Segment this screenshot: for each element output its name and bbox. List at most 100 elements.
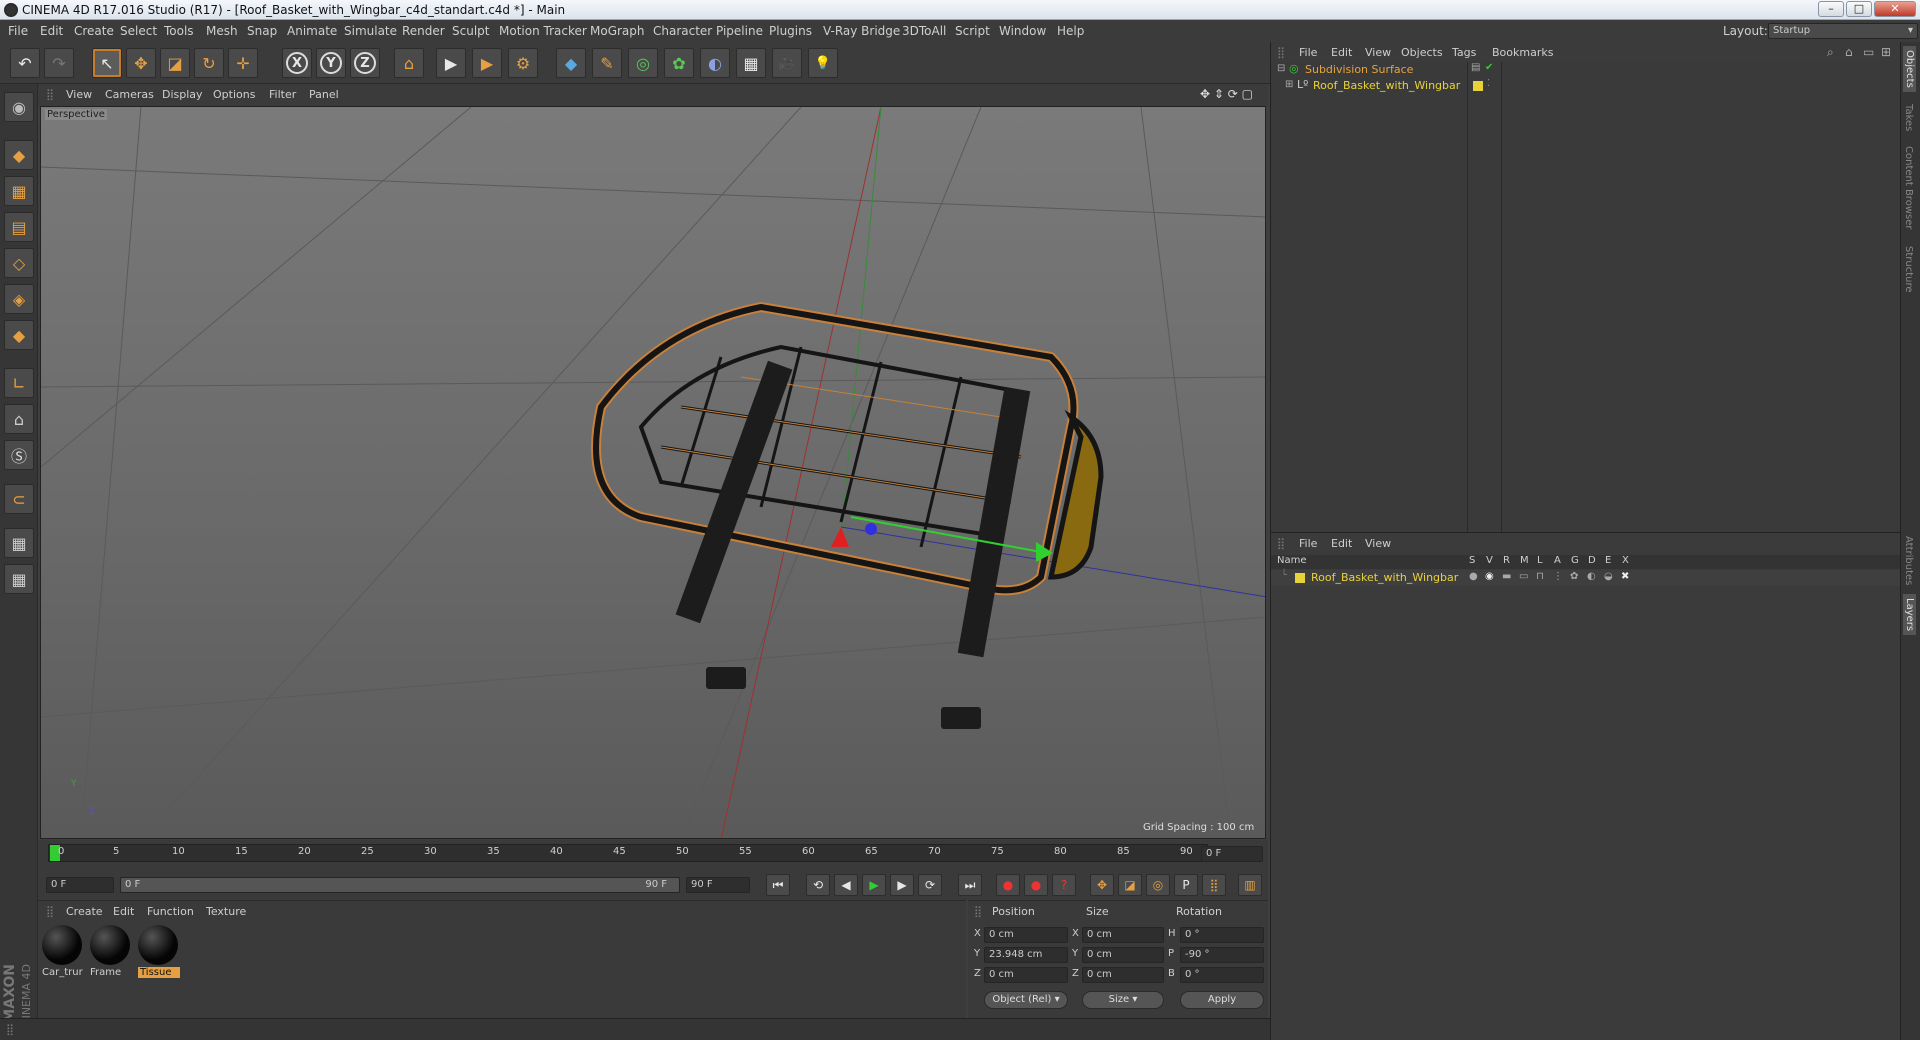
light-button[interactable]: 💡 xyxy=(808,48,838,78)
material-menu-edit[interactable]: Edit xyxy=(113,905,134,918)
collapse-icon[interactable]: ⊟ xyxy=(1277,63,1285,74)
deformer-button[interactable]: ◐ xyxy=(700,48,730,78)
objects-menu-objects[interactable]: Objects xyxy=(1401,46,1443,59)
key-pla-button[interactable]: ⣿ xyxy=(1202,874,1226,896)
coordinate-system-button[interactable]: ⌂ xyxy=(394,48,424,78)
objects-menu-tags[interactable]: Tags xyxy=(1452,46,1476,59)
go-to-start-button[interactable]: ⏮ xyxy=(766,874,790,896)
next-key-button[interactable]: ⟳ xyxy=(918,874,942,896)
workplane-mode-button[interactable]: ▤ xyxy=(4,212,34,242)
timeline-window-button[interactable]: ▥ xyxy=(1238,874,1262,896)
deformers-icon[interactable]: ◐ xyxy=(1587,571,1596,582)
autokey-button[interactable]: ● xyxy=(1024,874,1048,896)
objects-menu-edit[interactable]: Edit xyxy=(1331,46,1352,59)
material-menu-texture[interactable]: Texture xyxy=(206,905,246,918)
close-button[interactable]: ✕ xyxy=(1874,1,1916,17)
frame-range-slider[interactable]: 0 F 90 F xyxy=(120,877,680,893)
size-z-field[interactable]: 0 cm xyxy=(1082,967,1164,983)
viewport-menu-display[interactable]: Display xyxy=(162,88,203,101)
move-gizmo[interactable] xyxy=(831,516,1053,562)
material-swatch[interactable]: Car_trur xyxy=(42,925,84,983)
scale-tool-button[interactable]: ◪ xyxy=(160,48,190,78)
end-frame-field[interactable]: 90 F xyxy=(686,877,750,893)
manager-icon[interactable]: ▭ xyxy=(1519,571,1528,582)
keyframe-selection-button[interactable]: ? xyxy=(1052,874,1076,896)
rotation-p-field[interactable]: -90 ° xyxy=(1180,947,1264,963)
z-axis-button[interactable]: Z xyxy=(350,48,380,78)
subdivision-surface-button[interactable]: ◎ xyxy=(628,48,658,78)
apply-button[interactable]: Apply xyxy=(1180,991,1264,1009)
menu-plugins[interactable]: Plugins xyxy=(769,24,812,38)
menu-script[interactable]: Script xyxy=(955,24,990,38)
timeline-track[interactable] xyxy=(48,844,1208,862)
polygons-mode-button[interactable]: ◆ xyxy=(4,320,34,350)
transform-tool-button[interactable]: ✛ xyxy=(228,48,258,78)
play-button[interactable]: ▶ xyxy=(862,874,886,896)
floor-button[interactable]: ▦ xyxy=(736,48,766,78)
redo-button[interactable]: ↷ xyxy=(44,48,74,78)
points-mode-button[interactable]: ◇ xyxy=(4,248,34,278)
render-icon[interactable]: ▬ xyxy=(1502,571,1511,582)
visibility-dots-icon[interactable]: ⁚ xyxy=(1487,78,1490,89)
tab-takes[interactable]: Takes xyxy=(1903,104,1914,131)
make-editable-button[interactable]: ◉ xyxy=(4,92,34,122)
y-axis-button[interactable]: Y xyxy=(316,48,346,78)
go-to-end-button[interactable]: ⏭ xyxy=(958,874,982,896)
pen-tool-button[interactable]: ✎ xyxy=(592,48,622,78)
menu-select[interactable]: Select xyxy=(120,24,157,38)
objects-menu-file[interactable]: File xyxy=(1299,46,1317,59)
material-menu-create[interactable]: Create xyxy=(66,905,103,918)
layers-menu-view[interactable]: View xyxy=(1365,537,1391,550)
menu-pipeline[interactable]: Pipeline xyxy=(716,24,763,38)
tab-objects[interactable]: Objects xyxy=(1903,46,1916,92)
layers-menu-edit[interactable]: Edit xyxy=(1331,537,1352,550)
menu-window[interactable]: Window xyxy=(999,24,1046,38)
menu-vray-bridge[interactable]: V-Ray Bridge xyxy=(823,24,900,38)
layer-name[interactable]: Roof_Basket_with_Wingbar xyxy=(1311,571,1458,584)
render-view-button[interactable]: ▶ xyxy=(436,48,466,78)
render-picture-viewer-button[interactable]: ▶ xyxy=(472,48,502,78)
key-scale-button[interactable]: ◪ xyxy=(1118,874,1142,896)
key-position-button[interactable]: ✥ xyxy=(1090,874,1114,896)
live-selection-button[interactable]: ↖ xyxy=(92,48,122,78)
edges-mode-button[interactable]: ◈ xyxy=(4,284,34,314)
menu-motion-tracker[interactable]: Motion Tracker xyxy=(499,24,587,38)
size-mode-dropdown[interactable]: Size ▾ xyxy=(1082,991,1164,1009)
model-mode-button[interactable]: ◆ xyxy=(4,140,34,170)
object-name[interactable]: Roof_Basket_with_Wingbar xyxy=(1313,79,1460,92)
xref-icon[interactable]: ✖ xyxy=(1621,571,1629,582)
tab-content-browser[interactable]: Content Browser xyxy=(1903,146,1914,229)
material-swatch[interactable]: Frame xyxy=(90,925,132,983)
layer-tag-icon[interactable]: ▤ xyxy=(1471,62,1480,73)
view-eye-icon[interactable]: ◉ xyxy=(1485,571,1494,582)
key-rotation-button[interactable]: ◎ xyxy=(1146,874,1170,896)
expand-icon[interactable]: ⊞ xyxy=(1285,79,1293,90)
menu-file[interactable]: File xyxy=(8,24,28,38)
menu-sculpt[interactable]: Sculpt xyxy=(452,24,489,38)
add-cube-button[interactable]: ◆ xyxy=(556,48,586,78)
menu-character[interactable]: Character xyxy=(653,24,712,38)
tab-structure[interactable]: Structure xyxy=(1903,246,1914,293)
tab-layers[interactable]: Layers xyxy=(1903,594,1916,636)
position-x-field[interactable]: 0 cm xyxy=(984,927,1068,943)
layout-select[interactable]: Startup ▾ xyxy=(1768,23,1918,39)
material-swatch-selected[interactable]: Tissue xyxy=(138,925,180,983)
next-frame-button[interactable]: ▶ xyxy=(890,874,914,896)
animation-icon[interactable]: ⋮ xyxy=(1553,571,1563,582)
new-window-icon[interactable]: ▭ xyxy=(1863,45,1874,59)
key-parameter-button[interactable]: P xyxy=(1174,874,1198,896)
size-x-field[interactable]: 0 cm xyxy=(1082,927,1164,943)
viewport-navigation-icons[interactable]: ✥ ⇕ ⟳ ▢ xyxy=(1200,87,1253,101)
material-menu-function[interactable]: Function xyxy=(147,905,194,918)
axis-mode-button[interactable]: ∟ xyxy=(4,368,34,398)
snap-button[interactable]: Ⓢ xyxy=(4,440,34,470)
menu-simulate[interactable]: Simulate xyxy=(344,24,397,38)
generators-icon[interactable]: ✿ xyxy=(1570,571,1578,582)
menu-tools[interactable]: Tools xyxy=(164,24,194,38)
object-row[interactable]: ⊟ ◎ Subdivision Surface ▤ ✔ xyxy=(1271,62,1901,78)
menu-snap[interactable]: Snap xyxy=(247,24,277,38)
viewport-menu-cameras[interactable]: Cameras xyxy=(105,88,154,101)
move-tool-button[interactable]: ✥ xyxy=(126,48,156,78)
size-y-field[interactable]: 0 cm xyxy=(1082,947,1164,963)
expand-icon[interactable]: ⊞ xyxy=(1881,45,1891,59)
